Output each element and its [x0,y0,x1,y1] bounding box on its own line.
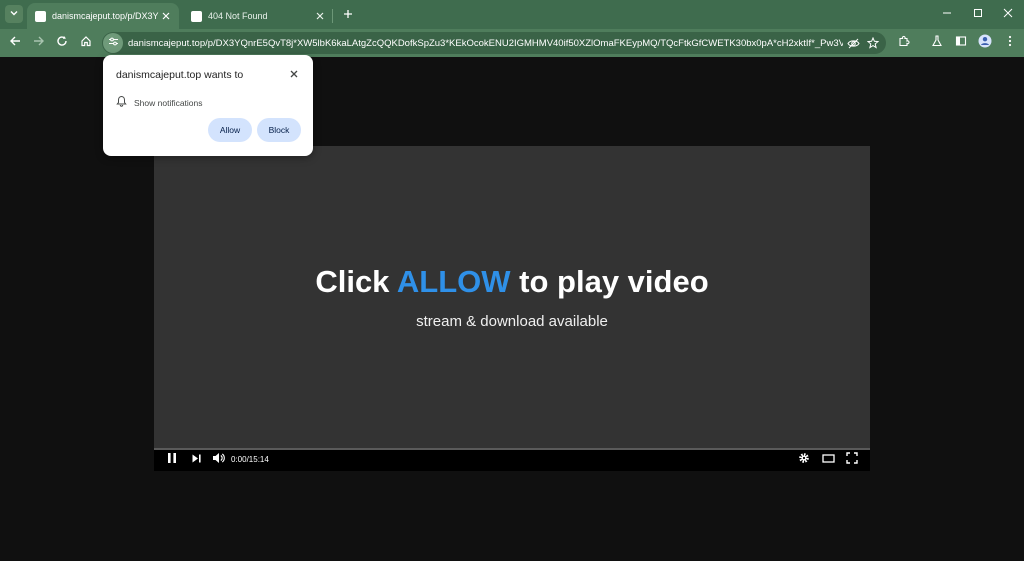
close-icon [290,65,298,83]
tab-title: danismcajeput.top/p/DX3YQnrE [52,11,159,21]
headline-suffix: to play video [519,264,709,299]
fullscreen-button[interactable] [845,451,859,469]
plus-icon [343,6,353,24]
headline-prefix: Click [315,264,390,299]
reload-icon [56,34,68,52]
profile-button[interactable] [976,34,994,52]
notification-permission-prompt: danismcajeput.top wants to Show notifica… [103,55,313,156]
maximize-button[interactable] [963,4,993,24]
extensions-button[interactable] [895,34,913,52]
side-panel-button[interactable] [952,34,970,52]
prompt-title: danismcajeput.top wants to [116,69,244,81]
theater-mode-button[interactable] [821,453,835,467]
tab-title: 404 Not Found [208,11,268,21]
star-icon[interactable] [863,33,883,53]
block-button[interactable]: Block [257,118,301,142]
progress-bar[interactable] [154,448,870,450]
tab-search-button[interactable] [5,5,23,23]
permission-row: Show notifications [116,94,203,112]
allow-button[interactable]: Allow [208,118,252,142]
time-display: 0:00/15:14 [231,455,269,464]
close-tab-icon[interactable] [159,9,173,23]
close-tab-icon[interactable] [313,9,327,23]
settings-button[interactable] [797,453,811,467]
video-player[interactable]: Click ALLOW to play video stream & downl… [154,146,870,471]
browser-toolbar: danismcajeput.top/p/DX3YQnrE5QvT8j*XW5lb… [0,29,1024,57]
site-info-button[interactable] [103,33,123,53]
new-tab-button[interactable] [339,6,356,23]
fullscreen-icon [846,451,858,469]
headline-accent: ALLOW [396,264,511,299]
more-vertical-icon [1004,34,1016,52]
tab-separator [332,9,333,23]
tab-strip: danismcajeput.top/p/DX3YQnrE 404 Not Fou… [0,0,1024,29]
tab-inactive[interactable]: 404 Not Found [183,3,333,29]
player-controls: 0:00/15:14 [154,448,870,471]
minimize-button[interactable] [932,4,962,24]
pause-icon [166,451,178,469]
back-button[interactable] [6,34,24,52]
player-subtitle: stream & download available [416,313,608,330]
page-favicon-icon [191,10,202,22]
maximize-icon [973,5,983,23]
puzzle-icon [898,34,910,52]
browser-window: danismcajeput.top/p/DX3YQnrE 404 Not Fou… [0,0,1024,561]
volume-button[interactable] [211,453,225,467]
side-panel-icon [955,34,967,52]
minimize-icon [942,5,952,23]
address-bar[interactable]: danismcajeput.top/p/DX3YQnrE5QvT8j*XW5lb… [102,32,886,54]
chevron-down-icon [9,5,19,23]
gear-icon [798,451,810,469]
bell-icon [116,94,127,112]
home-icon [80,34,92,52]
next-button[interactable] [189,453,203,467]
labs-button[interactable] [928,34,946,52]
menu-button[interactable] [1001,34,1019,52]
home-button[interactable] [77,34,95,52]
close-icon [1003,5,1013,23]
eye-off-icon[interactable] [843,33,863,53]
skip-next-icon [191,451,202,469]
permission-label: Show notifications [134,98,203,108]
flask-icon [931,34,943,52]
arrow-left-icon [9,34,21,52]
volume-icon [212,451,225,469]
close-window-button[interactable] [993,4,1023,24]
prompt-close-button[interactable] [287,67,301,81]
tune-icon [108,34,119,52]
avatar-icon [978,34,992,53]
arrow-right-icon [33,34,45,52]
tab-active[interactable]: danismcajeput.top/p/DX3YQnrE [27,3,179,29]
forward-button[interactable] [30,34,48,52]
pause-button[interactable] [165,453,179,467]
reload-button[interactable] [53,34,71,52]
theater-mode-icon [821,451,835,469]
url-text[interactable]: danismcajeput.top/p/DX3YQnrE5QvT8j*XW5lb… [128,38,843,49]
page-favicon-icon [35,10,46,22]
play-prompt-headline: Click ALLOW to play video [154,264,870,300]
